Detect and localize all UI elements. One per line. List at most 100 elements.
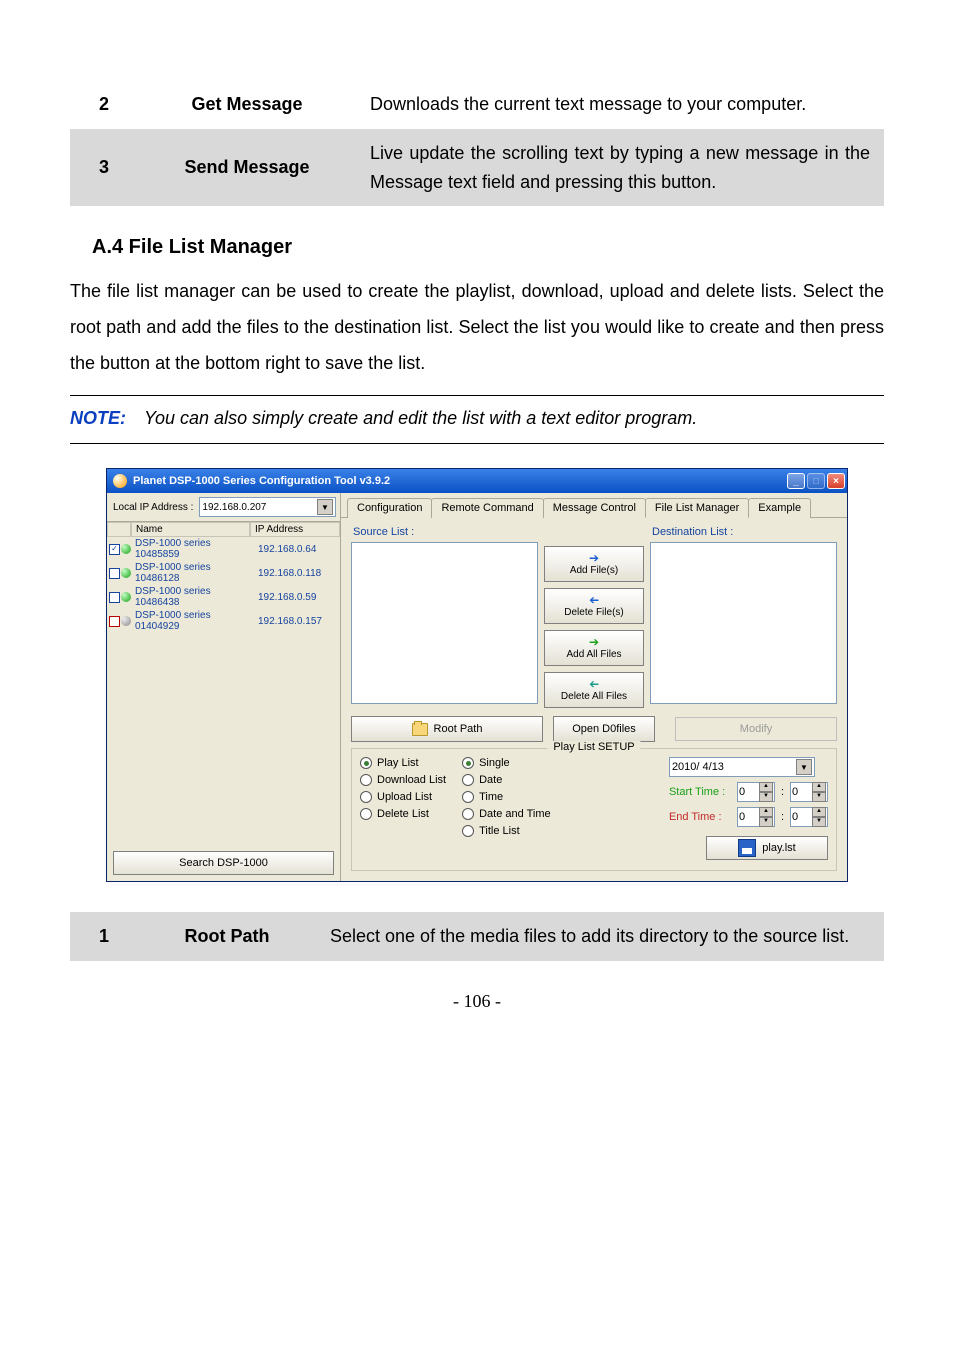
modify-label: Modify bbox=[740, 723, 772, 735]
radio-titlelist-label: Title List bbox=[479, 825, 520, 837]
radio-datetime[interactable] bbox=[462, 808, 474, 820]
delete-files-label: Delete File(s) bbox=[564, 607, 623, 618]
arrow-left-bold-icon: ➔ bbox=[589, 678, 599, 690]
delete-files-button[interactable]: ➔ Delete File(s) bbox=[544, 588, 644, 624]
radio-downloadlist[interactable] bbox=[360, 774, 372, 786]
maximize-button[interactable]: □ bbox=[807, 473, 825, 489]
radio-time[interactable] bbox=[462, 791, 474, 803]
mode-radios: Single Date Time Date and Time Title Lis… bbox=[462, 757, 551, 860]
root-path-label: Root Path bbox=[434, 723, 483, 735]
source-list-label: Source List : bbox=[353, 526, 538, 538]
open-d0files-button[interactable]: Open D0files bbox=[553, 716, 655, 742]
device-ip: 192.168.0.59 bbox=[258, 592, 338, 603]
spin-up-icon[interactable]: ▲ bbox=[759, 782, 773, 792]
radio-date[interactable] bbox=[462, 774, 474, 786]
device-name: DSP-1000 series 10486438 bbox=[131, 586, 258, 608]
radio-titlelist[interactable] bbox=[462, 825, 474, 837]
radio-single[interactable] bbox=[462, 757, 474, 769]
spin-value: 0 bbox=[739, 811, 745, 823]
app-icon bbox=[113, 474, 127, 488]
radio-single-label: Single bbox=[479, 757, 510, 769]
radio-playlist[interactable] bbox=[360, 757, 372, 769]
row3-name: Send Message bbox=[138, 129, 356, 207]
status-dot-icon bbox=[121, 568, 131, 578]
radio-time-label: Time bbox=[479, 791, 503, 803]
row2-num: 2 bbox=[70, 80, 138, 129]
spin-value: 0 bbox=[792, 786, 798, 798]
row3-num: 3 bbox=[70, 129, 138, 207]
radio-deletelist-label: Delete List bbox=[377, 808, 429, 820]
time-colon: : bbox=[781, 786, 784, 798]
device-row[interactable]: DSP-1000 series 10485859 192.168.0.64 bbox=[107, 537, 340, 561]
radio-uploadlist[interactable] bbox=[360, 791, 372, 803]
spin-down-icon[interactable]: ▼ bbox=[759, 817, 773, 827]
window-title: Planet DSP-1000 Series Configuration Too… bbox=[133, 475, 787, 487]
root-path-button[interactable]: Root Path bbox=[351, 716, 543, 742]
radio-deletelist[interactable] bbox=[360, 808, 372, 820]
search-button[interactable]: Search DSP-1000 bbox=[113, 851, 334, 875]
checkbox-icon[interactable] bbox=[109, 544, 120, 555]
playlist-setup-group: Play List SETUP Play List Download List … bbox=[351, 748, 837, 871]
local-ip-value: 192.168.0.207 bbox=[202, 502, 266, 513]
app-window: Planet DSP-1000 Series Configuration Too… bbox=[106, 468, 848, 882]
local-ip-dropdown[interactable]: 192.168.0.207 ▼ bbox=[199, 497, 336, 517]
section-body: The file list manager can be used to cre… bbox=[70, 273, 884, 381]
spin-down-icon[interactable]: ▼ bbox=[812, 792, 826, 802]
search-button-label: Search DSP-1000 bbox=[179, 857, 268, 869]
checkbox-icon[interactable] bbox=[109, 592, 120, 603]
end-hour-spin[interactable]: 0 ▲▼ bbox=[737, 807, 775, 827]
start-min-spin[interactable]: 0 ▲▼ bbox=[790, 782, 828, 802]
local-ip-label: Local IP Address : bbox=[113, 502, 193, 513]
arrow-right-icon: ➔ bbox=[589, 552, 599, 564]
device-row[interactable]: DSP-1000 series 01404929 192.168.0.157 bbox=[107, 609, 340, 633]
row2-name: Get Message bbox=[138, 80, 356, 129]
radio-datetime-label: Date and Time bbox=[479, 808, 551, 820]
radio-playlist-label: Play List bbox=[377, 757, 419, 769]
destination-list[interactable] bbox=[650, 542, 837, 704]
list-type-radios: Play List Download List Upload List Dele… bbox=[360, 757, 446, 860]
setup-legend: Play List SETUP bbox=[547, 741, 640, 753]
tab-remote-command[interactable]: Remote Command bbox=[431, 498, 543, 518]
destination-list-label: Destination List : bbox=[652, 526, 837, 538]
col-name: Name bbox=[131, 522, 250, 537]
open-d0files-label: Open D0files bbox=[572, 723, 636, 735]
date-value: 2010/ 4/13 bbox=[672, 761, 724, 773]
tab-message-control[interactable]: Message Control bbox=[543, 498, 646, 518]
spin-up-icon[interactable]: ▲ bbox=[759, 807, 773, 817]
tab-file-list-manager[interactable]: File List Manager bbox=[645, 498, 749, 518]
add-files-button[interactable]: ➔ Add File(s) bbox=[544, 546, 644, 582]
end-min-spin[interactable]: 0 ▲▼ bbox=[790, 807, 828, 827]
status-dot-icon bbox=[121, 592, 131, 602]
note-text: You can also simply create and edit the … bbox=[144, 404, 884, 433]
checkbox-icon[interactable] bbox=[109, 568, 120, 579]
save-list-button[interactable]: play.lst bbox=[706, 836, 828, 860]
device-ip: 192.168.0.64 bbox=[258, 544, 338, 555]
delete-all-files-label: Delete All Files bbox=[561, 691, 627, 702]
source-list[interactable] bbox=[351, 542, 538, 704]
tab-strip: Configuration Remote Command Message Con… bbox=[341, 493, 847, 518]
status-dot-icon bbox=[121, 616, 131, 626]
tab-example[interactable]: Example bbox=[748, 498, 811, 518]
checkbox-icon[interactable] bbox=[109, 616, 120, 627]
device-row[interactable]: DSP-1000 series 10486128 192.168.0.118 bbox=[107, 561, 340, 585]
spin-up-icon[interactable]: ▲ bbox=[812, 807, 826, 817]
add-all-files-button[interactable]: ➔ Add All Files bbox=[544, 630, 644, 666]
floppy-icon bbox=[738, 839, 756, 857]
minimize-button[interactable]: _ bbox=[787, 473, 805, 489]
delete-all-files-button[interactable]: ➔ Delete All Files bbox=[544, 672, 644, 708]
bottom-row1-desc: Select one of the media files to add its… bbox=[316, 912, 884, 961]
spin-down-icon[interactable]: ▼ bbox=[812, 817, 826, 827]
radio-downloadlist-label: Download List bbox=[377, 774, 446, 786]
start-hour-spin[interactable]: 0 ▲▼ bbox=[737, 782, 775, 802]
rootpath-table: 1 Root Path Select one of the media file… bbox=[70, 912, 884, 961]
bottom-row1-name: Root Path bbox=[138, 912, 316, 961]
modify-button[interactable]: Modify bbox=[675, 717, 837, 741]
tab-configuration[interactable]: Configuration bbox=[347, 498, 432, 518]
close-button[interactable]: × bbox=[827, 473, 845, 489]
note-box: NOTE: You can also simply create and edi… bbox=[70, 395, 884, 444]
spin-down-icon[interactable]: ▼ bbox=[759, 792, 773, 802]
spin-value: 0 bbox=[792, 811, 798, 823]
device-row[interactable]: DSP-1000 series 10486438 192.168.0.59 bbox=[107, 585, 340, 609]
spin-up-icon[interactable]: ▲ bbox=[812, 782, 826, 792]
date-dropdown[interactable]: 2010/ 4/13 ▼ bbox=[669, 757, 815, 777]
